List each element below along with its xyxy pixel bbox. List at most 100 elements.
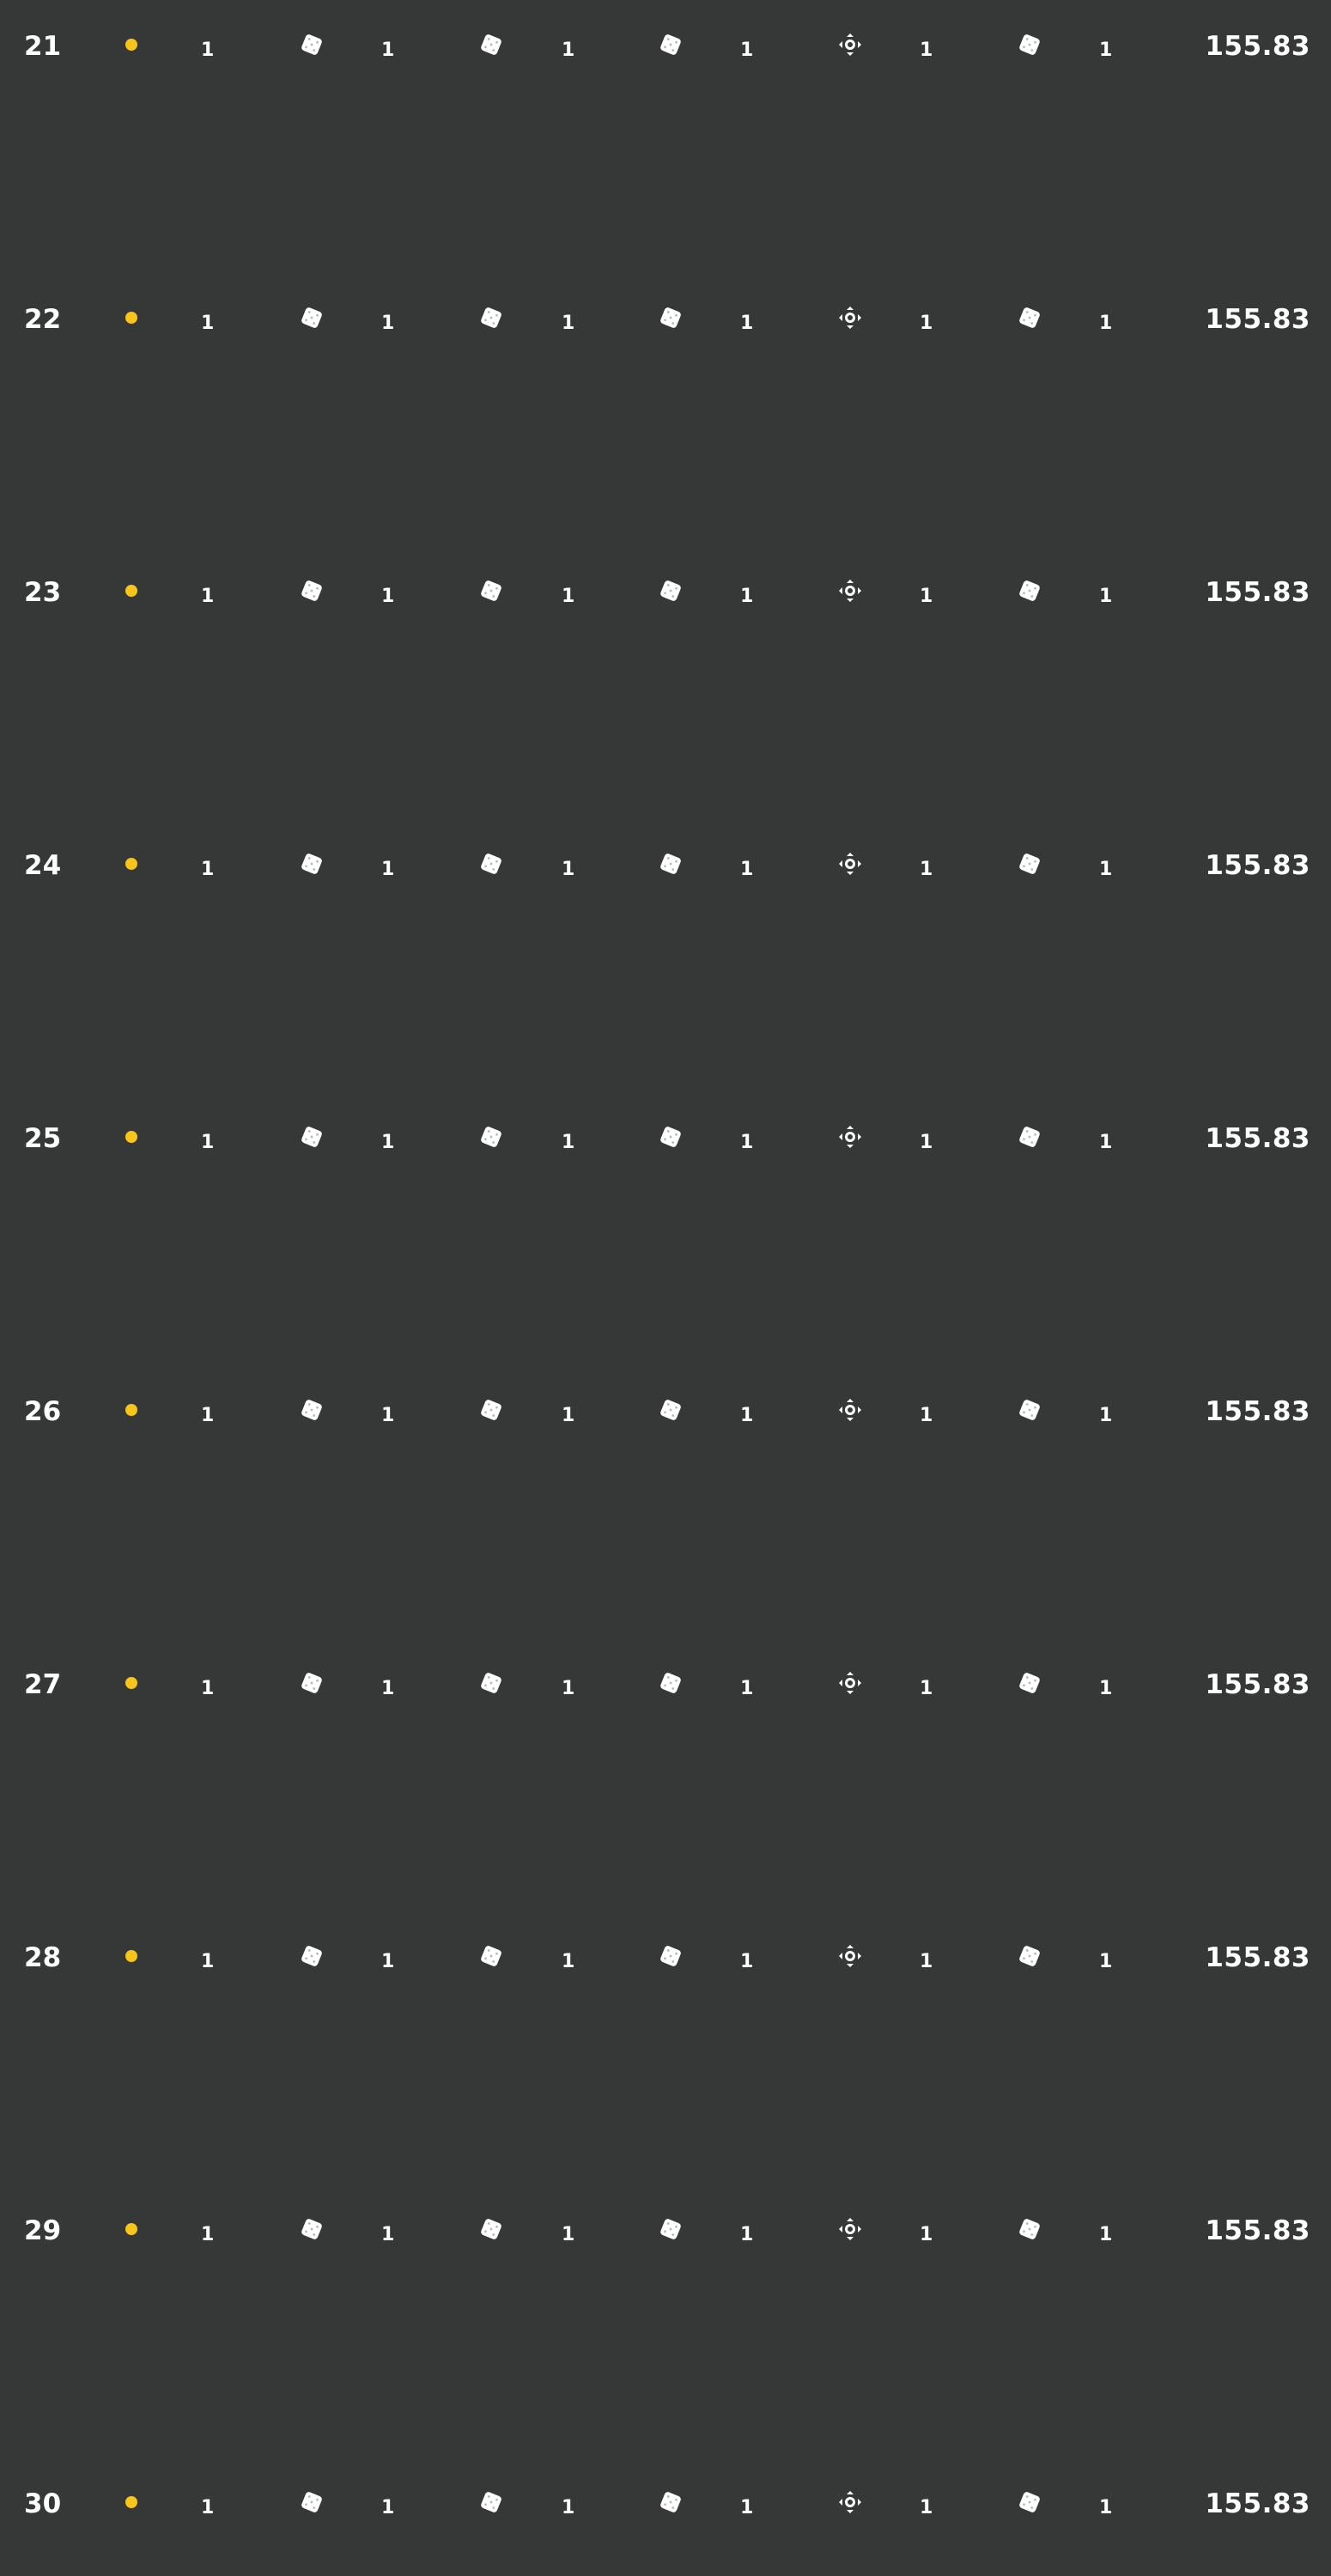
target-icon	[837, 1397, 863, 1423]
count-value: 1	[201, 39, 215, 61]
row-number: 21	[24, 31, 62, 62]
score-value: 155.83	[1205, 1669, 1310, 1700]
status-dot-icon	[125, 1677, 137, 1689]
dice-icon	[658, 1397, 684, 1423]
count-value: 1	[381, 39, 395, 61]
row-number: 23	[24, 577, 62, 608]
count-value: 1	[1099, 1132, 1113, 1153]
dice-icon	[478, 2489, 504, 2515]
dice-icon	[1017, 1943, 1042, 1969]
count-value: 1	[381, 1951, 395, 1972]
count-value: 1	[920, 2224, 933, 2245]
list-item[interactable]: 28 1 1 1 1 1 1 155.83	[0, 1927, 1331, 2013]
count-value: 1	[562, 2224, 575, 2245]
count-value: 1	[740, 1951, 754, 1972]
list-item[interactable]: 30 1 1 1 1 1 1 155.83	[0, 2473, 1331, 2559]
target-icon	[837, 1124, 863, 1150]
count-value: 1	[920, 2497, 933, 2518]
count-value: 1	[562, 586, 575, 607]
status-dot-icon	[125, 1950, 137, 1962]
count-value: 1	[1099, 859, 1113, 880]
dice-icon	[658, 851, 684, 877]
dice-icon	[299, 2489, 325, 2515]
count-value: 1	[201, 2224, 215, 2245]
dice-icon	[478, 1124, 504, 1150]
dice-icon	[1017, 1670, 1042, 1696]
row-number: 24	[24, 850, 62, 881]
count-value: 1	[1099, 1405, 1113, 1426]
dice-icon	[1017, 2216, 1042, 2242]
dice-icon	[658, 305, 684, 331]
row-number: 30	[24, 2488, 62, 2519]
dice-icon	[658, 1124, 684, 1150]
dice-icon	[299, 578, 325, 604]
count-value: 1	[1099, 1678, 1113, 1699]
dice-icon	[1017, 851, 1042, 877]
dice-icon	[478, 1943, 504, 1969]
dice-icon	[1017, 2489, 1042, 2515]
score-value: 155.83	[1205, 1942, 1310, 1973]
target-icon	[837, 578, 863, 604]
dice-icon	[658, 578, 684, 604]
count-value: 1	[740, 586, 754, 607]
row-number: 28	[24, 1942, 62, 1973]
score-value: 155.83	[1205, 577, 1310, 608]
dice-icon	[658, 32, 684, 58]
count-value: 1	[1099, 2497, 1113, 2518]
dice-icon	[478, 2216, 504, 2242]
list-item[interactable]: 29 1 1 1 1 1 1 155.83	[0, 2200, 1331, 2286]
list-item[interactable]: 25 1 1 1 1 1 1 155.83	[0, 1108, 1331, 1194]
count-value: 1	[740, 1132, 754, 1153]
count-value: 1	[201, 1678, 215, 1699]
dice-icon	[478, 578, 504, 604]
list-item[interactable]: 22 1 1 1 1 1 1 155.83	[0, 289, 1331, 374]
target-icon	[837, 2489, 863, 2515]
dice-icon	[1017, 578, 1042, 604]
count-value: 1	[381, 859, 395, 880]
dice-icon	[478, 1670, 504, 1696]
score-value: 155.83	[1205, 2215, 1310, 2246]
count-value: 1	[381, 1132, 395, 1153]
row-number: 29	[24, 2215, 62, 2246]
list-item[interactable]: 24 1 1 1 1 1 1 155.83	[0, 835, 1331, 920]
row-number: 27	[24, 1669, 62, 1700]
count-value: 1	[201, 586, 215, 607]
list-item[interactable]: 26 1 1 1 1 1 1 155.83	[0, 1381, 1331, 1467]
dice-icon	[478, 1397, 504, 1423]
target-icon	[837, 1670, 863, 1696]
count-value: 1	[740, 313, 754, 334]
status-dot-icon	[125, 39, 137, 51]
count-value: 1	[381, 2497, 395, 2518]
results-list: 21 1 1 1 1 1 1 155.83 22 1 1 1 1 1 1 155.83 23 1 1 1 1 1 1 155.…	[0, 0, 1331, 2576]
score-value: 155.83	[1205, 850, 1310, 881]
dice-icon	[658, 2489, 684, 2515]
status-dot-icon	[125, 2223, 137, 2235]
dice-icon	[299, 1397, 325, 1423]
dice-icon	[299, 1670, 325, 1696]
dice-icon	[299, 305, 325, 331]
count-value: 1	[562, 859, 575, 880]
row-number: 26	[24, 1396, 62, 1427]
count-value: 1	[740, 859, 754, 880]
count-value: 1	[201, 2497, 215, 2518]
target-icon	[837, 32, 863, 58]
list-item[interactable]: 23 1 1 1 1 1 1 155.83	[0, 562, 1331, 647]
list-item[interactable]: 21 1 1 1 1 1 1 155.83	[0, 15, 1331, 101]
count-value: 1	[562, 1132, 575, 1153]
dice-icon	[478, 32, 504, 58]
status-dot-icon	[125, 2496, 137, 2508]
count-value: 1	[1099, 2224, 1113, 2245]
dice-icon	[1017, 1124, 1042, 1150]
dice-icon	[658, 1943, 684, 1969]
count-value: 1	[201, 1405, 215, 1426]
score-value: 155.83	[1205, 304, 1310, 335]
target-icon	[837, 851, 863, 877]
dice-icon	[1017, 32, 1042, 58]
count-value: 1	[381, 586, 395, 607]
count-value: 1	[201, 1951, 215, 1972]
count-value: 1	[381, 2224, 395, 2245]
list-item[interactable]: 27 1 1 1 1 1 1 155.83	[0, 1654, 1331, 1740]
count-value: 1	[920, 859, 933, 880]
count-value: 1	[920, 586, 933, 607]
count-value: 1	[740, 1678, 754, 1699]
